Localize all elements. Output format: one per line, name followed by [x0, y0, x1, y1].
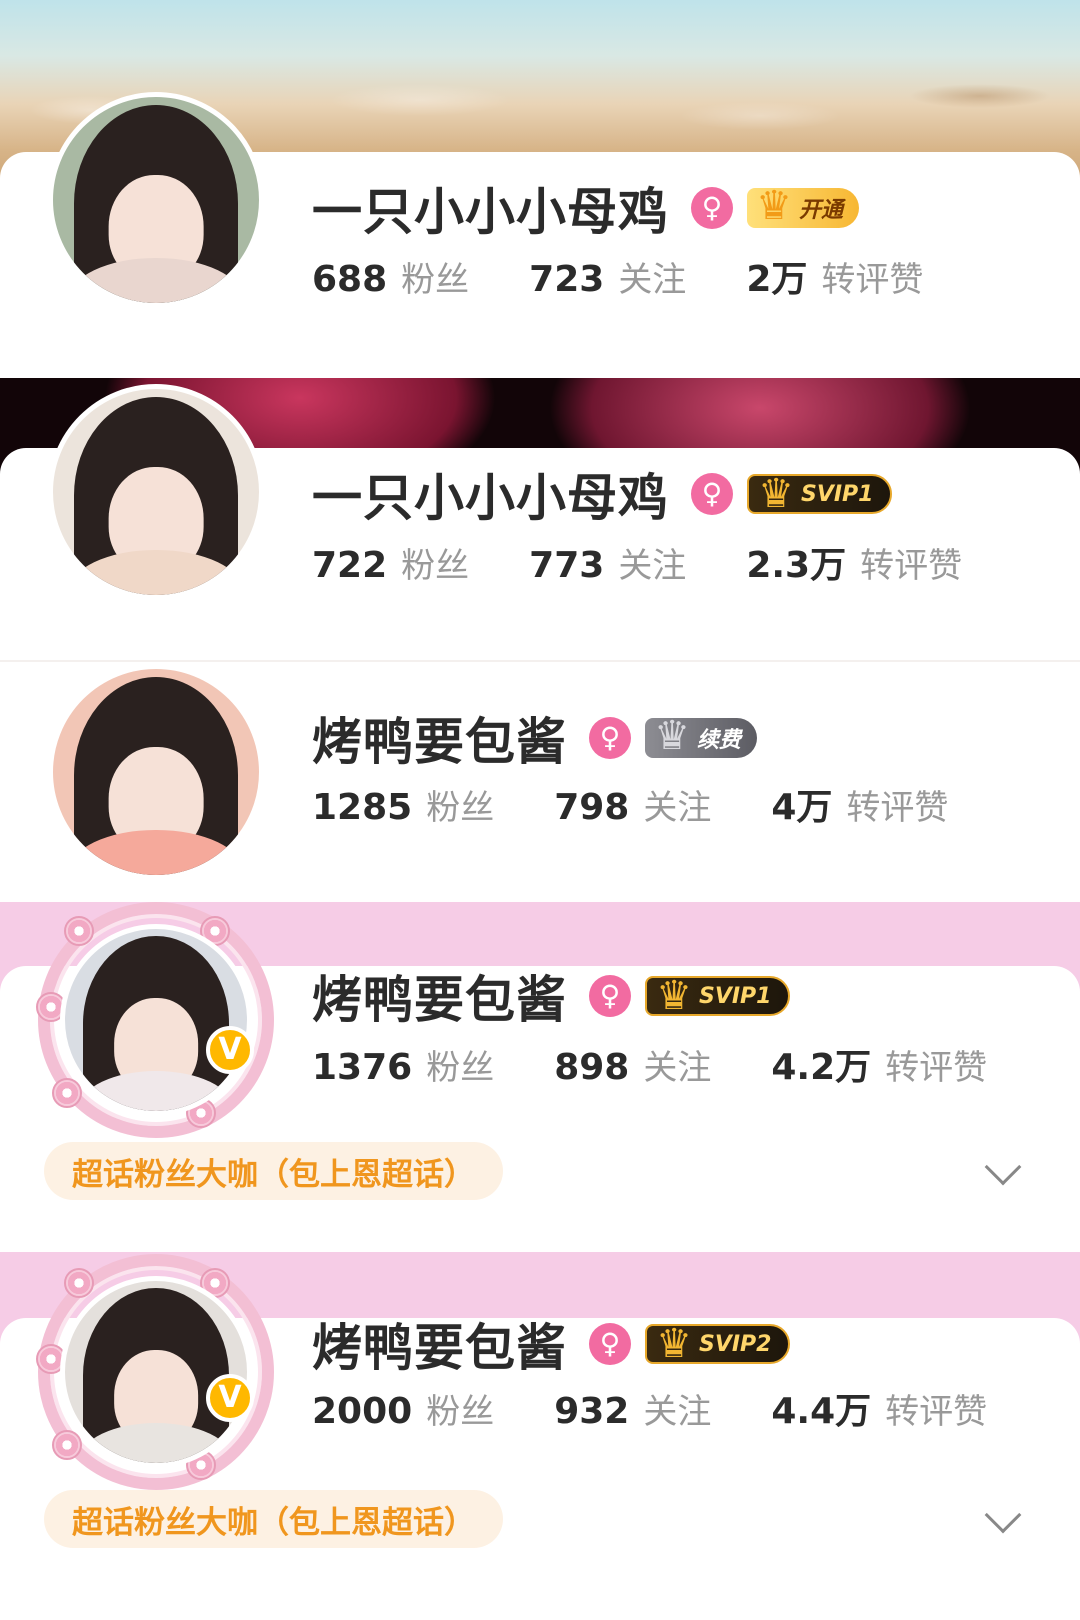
following-stat[interactable]: 773 关注	[529, 538, 686, 587]
crown-icon: ♛	[656, 973, 692, 1019]
profile-name: 烤鸭要包酱	[312, 713, 567, 771]
interactions-stat[interactable]: 2万 转评赞	[746, 250, 923, 302]
fans-stat[interactable]: 722 粉丝	[312, 538, 469, 587]
fans-label: 粉丝	[401, 260, 470, 300]
vip-label: SVIP1	[801, 481, 874, 507]
interactions-count: 4万	[771, 787, 833, 828]
fans-label: 粉丝	[426, 788, 495, 828]
interactions-label: 转评赞	[821, 260, 924, 300]
following-stat[interactable]: 932 关注	[554, 1384, 711, 1433]
super-topic-tag[interactable]: 超话粉丝大咖（包上恩超话）	[44, 1142, 503, 1200]
interactions-stat[interactable]: 4万 转评赞	[771, 778, 948, 830]
fans-count: 2000	[312, 1391, 413, 1432]
avatar[interactable]	[48, 92, 264, 308]
verified-icon: V	[206, 1374, 254, 1422]
fans-stat[interactable]: 2000 粉丝	[312, 1384, 494, 1433]
female-icon: ♀	[691, 187, 733, 229]
profile-name: 一只小小小母鸡	[312, 469, 669, 527]
female-icon: ♀	[589, 717, 631, 759]
vip-badge[interactable]: ♛ 开通	[747, 183, 860, 229]
following-stat[interactable]: 898 关注	[554, 1040, 711, 1089]
profile-header-4: V 烤鸭要包酱 ♀ ♛ SVIP1 1376 粉丝 898 关注 4.2万 转评赞 超…	[0, 902, 1080, 1252]
fans-label: 粉丝	[401, 546, 470, 586]
interactions-count: 4.2万	[771, 1047, 872, 1088]
profile-name: 一只小小小母鸡	[312, 183, 669, 241]
crown-icon: ♛	[656, 1321, 692, 1367]
following-label: 关注	[618, 546, 687, 586]
vip-label: 续费	[697, 728, 742, 753]
following-count: 773	[529, 545, 605, 586]
fans-label: 粉丝	[426, 1392, 495, 1432]
avatar[interactable]	[60, 924, 252, 1116]
interactions-label: 转评赞	[885, 1048, 988, 1088]
fans-stat[interactable]: 1376 粉丝	[312, 1040, 494, 1089]
following-label: 关注	[643, 1048, 712, 1088]
interactions-count: 2万	[746, 259, 808, 300]
vip-badge[interactable]: ♛ SVIP1	[645, 973, 790, 1019]
following-label: 关注	[643, 788, 712, 828]
interactions-stat[interactable]: 4.2万 转评赞	[771, 1038, 987, 1090]
vip-label: SVIP1	[699, 983, 772, 1009]
profile-header-1: 一只小小小母鸡 ♀ ♛ 开通 688 粉丝 723 关注 2万 转评赞	[0, 0, 1080, 378]
fans-count: 1285	[312, 787, 413, 828]
avatar[interactable]	[48, 384, 264, 600]
vip-badge[interactable]: ♛ SVIP1	[747, 471, 892, 517]
interactions-label: 转评赞	[846, 788, 949, 828]
crown-icon: ♛	[758, 471, 794, 517]
fans-stat[interactable]: 688 粉丝	[312, 252, 469, 301]
female-icon: ♀	[691, 473, 733, 515]
interactions-stat[interactable]: 4.4万 转评赞	[771, 1382, 987, 1434]
vip-badge[interactable]: ♛ SVIP2	[645, 1321, 790, 1367]
vip-label: SVIP2	[699, 1331, 772, 1357]
fans-count: 688	[312, 259, 388, 300]
vip-label: 开通	[799, 198, 844, 223]
fans-stat[interactable]: 1285 粉丝	[312, 780, 494, 829]
interactions-stat[interactable]: 2.3万 转评赞	[746, 536, 962, 588]
crown-icon: ♛	[756, 183, 792, 229]
female-icon: ♀	[589, 1323, 631, 1365]
following-stat[interactable]: 798 关注	[554, 780, 711, 829]
profile-name: 烤鸭要包酱	[312, 1319, 567, 1377]
crown-icon: ♛	[654, 713, 690, 759]
following-count: 898	[554, 1047, 630, 1088]
following-count: 932	[554, 1391, 630, 1432]
interactions-count: 2.3万	[746, 545, 847, 586]
fans-count: 722	[312, 545, 388, 586]
avatar[interactable]	[48, 664, 264, 880]
verified-icon: V	[206, 1026, 254, 1074]
following-stat[interactable]: 723 关注	[529, 252, 686, 301]
interactions-label: 转评赞	[860, 546, 963, 586]
following-count: 798	[554, 787, 630, 828]
profile-name: 烤鸭要包酱	[312, 971, 567, 1029]
profile-header-5: V 烤鸭要包酱 ♀ ♛ SVIP2 2000 粉丝 932 关注 4.4万 转评赞 超…	[0, 1252, 1080, 1620]
following-label: 关注	[643, 1392, 712, 1432]
super-topic-tag[interactable]: 超话粉丝大咖（包上恩超话）	[44, 1490, 503, 1548]
following-count: 723	[529, 259, 605, 300]
fans-label: 粉丝	[426, 1048, 495, 1088]
profile-header-3: 烤鸭要包酱 ♀ ♛ 续费 1285 粉丝 798 关注 4万 转评赞	[0, 660, 1080, 902]
profile-header-2: 一只小小小母鸡 ♀ ♛ SVIP1 722 粉丝 773 关注 2.3万 转评赞	[0, 378, 1080, 660]
interactions-label: 转评赞	[885, 1392, 988, 1432]
fans-count: 1376	[312, 1047, 413, 1088]
female-icon: ♀	[589, 975, 631, 1017]
vip-badge[interactable]: ♛ 续费	[645, 713, 758, 759]
avatar[interactable]	[60, 1276, 252, 1468]
interactions-count: 4.4万	[771, 1391, 872, 1432]
following-label: 关注	[618, 260, 687, 300]
